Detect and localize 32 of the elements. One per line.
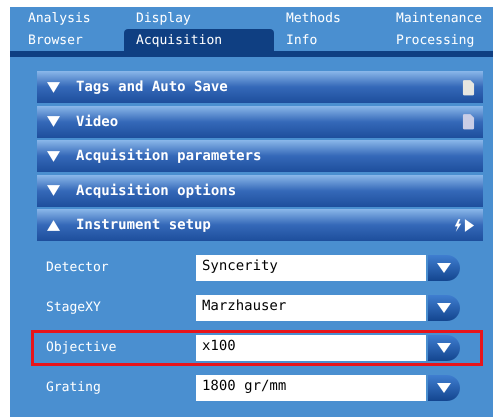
field-label: StageXY bbox=[46, 300, 102, 316]
field-label: Grating bbox=[46, 380, 102, 396]
tab[interactable]: Browser bbox=[16, 29, 124, 51]
document-icon bbox=[462, 113, 475, 130]
dropdown-button[interactable] bbox=[428, 374, 460, 401]
dropdown-button[interactable] bbox=[428, 294, 460, 321]
section-header[interactable]: Acquisition parameters bbox=[37, 140, 483, 172]
tab[interactable]: Acquisition bbox=[124, 29, 274, 51]
section-header[interactable]: Acquisition options bbox=[37, 174, 483, 207]
dropdown-button[interactable] bbox=[428, 334, 460, 361]
dropdown-button[interactable] bbox=[428, 254, 460, 281]
caret-down-icon bbox=[437, 302, 451, 313]
section-header[interactable]: Instrument setup bbox=[37, 209, 483, 242]
tab[interactable]: Display bbox=[124, 7, 274, 29]
section-header[interactable]: Tags and Auto Save bbox=[37, 71, 483, 103]
tab[interactable]: Methods bbox=[274, 7, 384, 29]
field-label: Detector bbox=[46, 260, 110, 276]
lightning-play-icon bbox=[453, 218, 475, 233]
caret-down-icon bbox=[437, 342, 451, 353]
dropdown-field[interactable]: Marzhauser bbox=[196, 294, 426, 321]
dropdown-field[interactable]: 1800 gr/mm bbox=[196, 374, 426, 401]
tab[interactable]: Info bbox=[274, 29, 384, 51]
section-header[interactable]: Video bbox=[37, 106, 483, 138]
tab[interactable]: Analysis bbox=[16, 7, 124, 29]
document-icon bbox=[462, 78, 475, 96]
dropdown-field[interactable]: x100 bbox=[196, 334, 426, 361]
caret-down-icon bbox=[437, 382, 451, 393]
dropdown-field[interactable]: Syncerity bbox=[196, 254, 426, 281]
caret-down-icon bbox=[437, 262, 451, 273]
tab[interactable]: Maintenance bbox=[384, 7, 493, 29]
tab[interactable]: Processing bbox=[384, 29, 493, 51]
field-label: Objective bbox=[46, 340, 118, 356]
